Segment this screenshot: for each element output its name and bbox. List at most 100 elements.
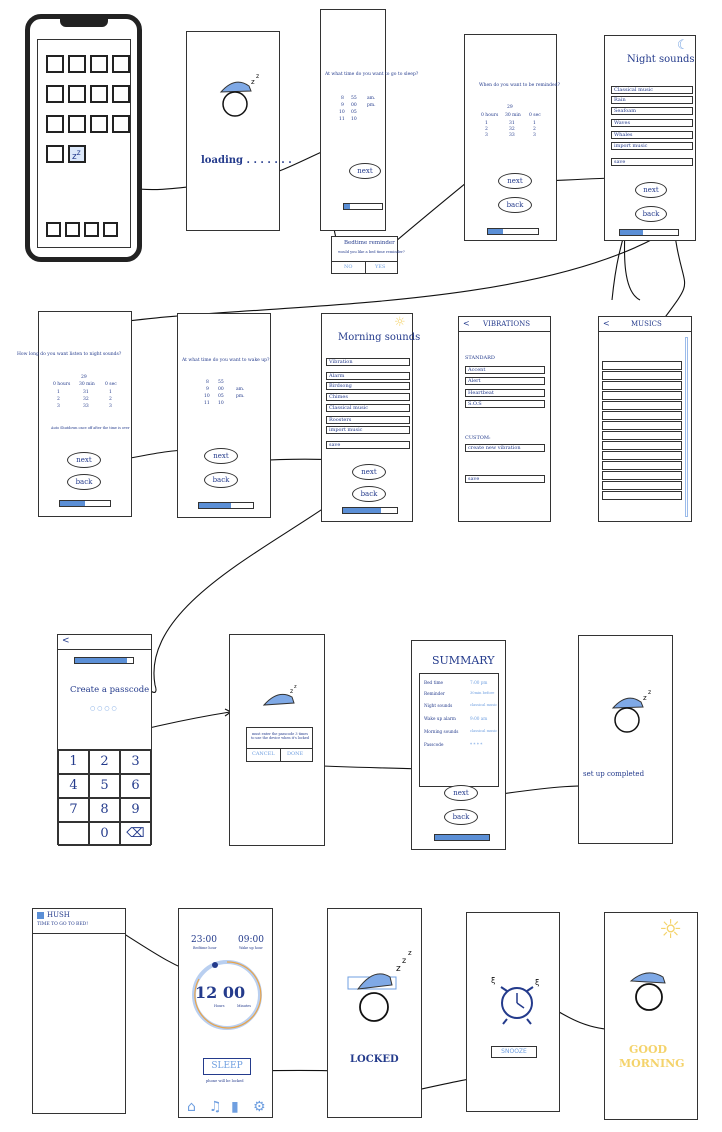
app-icon[interactable]	[46, 115, 64, 133]
keypad-key[interactable]: 4	[58, 774, 89, 798]
app-icon[interactable]	[90, 115, 108, 133]
next-button[interactable]: next	[67, 452, 101, 468]
app-icon[interactable]	[90, 55, 108, 73]
keypad-key[interactable]: 5	[89, 774, 120, 798]
sound-item[interactable]: Chimes	[326, 393, 410, 401]
keypad-key[interactable]: 6	[120, 774, 151, 798]
sound-item[interactable]: Rain	[611, 96, 693, 104]
back-arrow-icon[interactable]: <	[603, 319, 610, 328]
sound-item[interactable]: Seafoam	[611, 107, 693, 115]
music-row[interactable]	[602, 361, 682, 370]
keypad-key[interactable]	[58, 822, 89, 846]
back-button[interactable]: back	[635, 206, 667, 222]
popup-no-button[interactable]: NO	[344, 264, 352, 270]
music-row[interactable]	[602, 381, 682, 390]
popup-yes-button[interactable]: YES	[375, 264, 385, 270]
cell: 2	[485, 127, 488, 132]
keypad-key[interactable]: 9	[120, 798, 151, 822]
stats-icon[interactable]: ▮	[231, 1099, 239, 1115]
done-button[interactable]: DONE	[287, 751, 303, 757]
ampm: pm.	[367, 103, 376, 108]
back-button[interactable]: back	[352, 486, 386, 502]
summary-label: Morning sounds	[424, 729, 459, 734]
save-button[interactable]: save	[611, 158, 693, 166]
dock-icon[interactable]	[103, 222, 118, 237]
sound-item[interactable]: Alarm	[326, 372, 410, 380]
cancel-button[interactable]: CANCEL	[252, 751, 275, 757]
music-row[interactable]	[602, 461, 682, 470]
music-row[interactable]	[602, 401, 682, 410]
keypad-key[interactable]: 1	[58, 750, 89, 774]
back-button[interactable]: back	[204, 472, 238, 488]
dock-icon[interactable]	[84, 222, 99, 237]
create-vibration-button[interactable]: create new vibration	[465, 444, 545, 452]
app-icon[interactable]	[46, 85, 64, 103]
vibration-row[interactable]: Vibration	[326, 358, 410, 366]
music-row[interactable]	[602, 481, 682, 490]
dock-icon[interactable]	[65, 222, 80, 237]
sound-item[interactable]: Birdsong	[326, 382, 410, 390]
sleep-button[interactable]: SLEEP	[203, 1058, 251, 1075]
popup-text: must enter the passcode 3 times to use t…	[250, 732, 310, 740]
keypad-key[interactable]: ⌫	[120, 822, 151, 846]
sound-item[interactable]: Classical music	[611, 86, 693, 94]
app-icon[interactable]	[46, 145, 64, 163]
music-icon[interactable]: ♫	[209, 1099, 222, 1115]
next-button[interactable]: next	[349, 163, 381, 179]
vibration-item[interactable]: Accent	[465, 366, 545, 374]
vibration-item[interactable]: Heartbeat	[465, 389, 545, 397]
app-icon[interactable]	[68, 55, 86, 73]
music-row[interactable]	[602, 411, 682, 420]
keypad-key[interactable]: 8	[89, 798, 120, 822]
back-button[interactable]: back	[67, 474, 101, 490]
app-icon[interactable]	[46, 55, 64, 73]
sound-item[interactable]: Whales	[611, 131, 693, 139]
sound-item[interactable]: Classical music	[326, 404, 410, 412]
music-row[interactable]	[602, 371, 682, 380]
settings-icon[interactable]: ⚙	[253, 1099, 266, 1115]
vibration-item[interactable]: S.O.S	[465, 400, 545, 408]
app-icon[interactable]	[112, 85, 130, 103]
hush-app-icon[interactable]: zz	[68, 145, 86, 163]
back-button[interactable]: back	[498, 197, 532, 213]
music-row[interactable]	[602, 471, 682, 480]
app-icon[interactable]	[90, 85, 108, 103]
app-icon[interactable]	[68, 115, 86, 133]
app-icon[interactable]	[112, 55, 130, 73]
save-button[interactable]: save	[326, 441, 410, 449]
import-music[interactable]: import music	[326, 426, 410, 434]
vibration-item[interactable]: Alert	[465, 377, 545, 385]
back-arrow-icon[interactable]: <	[463, 319, 470, 328]
music-row[interactable]	[602, 421, 682, 430]
snooze-button[interactable]: SNOOZE	[491, 1046, 537, 1058]
music-row[interactable]	[602, 491, 682, 500]
music-row[interactable]	[602, 431, 682, 440]
svg-text:z: z	[294, 685, 297, 690]
next-button[interactable]: next	[635, 182, 667, 198]
app-icon[interactable]	[68, 85, 86, 103]
scrollbar[interactable]	[685, 337, 688, 517]
import-music[interactable]: import music	[611, 142, 693, 150]
music-row[interactable]	[602, 451, 682, 460]
keypad-key[interactable]: 3	[120, 750, 151, 774]
next-button[interactable]: next	[444, 785, 478, 801]
sound-item[interactable]: Roosters	[326, 416, 410, 424]
next-button[interactable]: next	[352, 464, 386, 480]
reminder-screen: When do you want to be reminded? 29 0 ho…	[464, 34, 560, 241]
next-button[interactable]: next	[204, 448, 238, 464]
home-icon[interactable]: ⌂	[187, 1099, 196, 1115]
keypad-key[interactable]: 0	[89, 822, 120, 846]
back-arrow-icon[interactable]: <	[62, 636, 70, 646]
sound-item[interactable]: Waves	[611, 119, 693, 127]
music-row[interactable]	[602, 441, 682, 450]
save-button[interactable]: save	[465, 475, 545, 483]
back-button[interactable]: back	[444, 809, 478, 825]
svg-text:z: z	[290, 688, 293, 695]
music-row[interactable]	[602, 391, 682, 400]
keypad-key[interactable]: 7	[58, 798, 89, 822]
app-icon[interactable]	[112, 115, 130, 133]
notification-text[interactable]: TIME TO GO TO BED!	[37, 922, 88, 927]
keypad-key[interactable]: 2	[89, 750, 120, 774]
dock-icon[interactable]	[46, 222, 61, 237]
next-button[interactable]: next	[498, 173, 532, 189]
